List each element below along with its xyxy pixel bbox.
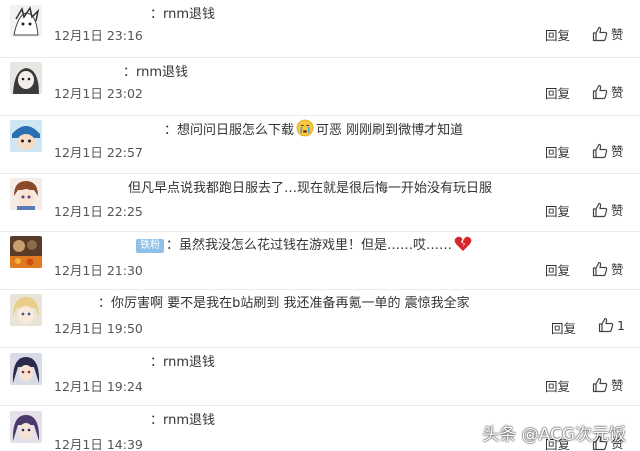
like-button[interactable]: 赞 — [592, 82, 624, 101]
thumbs-up-icon — [592, 143, 608, 159]
comment-date: 12月1日 19:50 — [54, 321, 143, 336]
avatar[interactable] — [10, 353, 42, 385]
reply-button[interactable]: 回复 — [545, 142, 570, 161]
comment-item: ：想问问日服怎么下载 可恶 刚刚刷到微博才知道 12月1日 22:57 回复 赞 — [0, 116, 640, 174]
comment-item: ：你厉害啊 要不是我在b站刷到 我还准备再氪一单的 震惊我全家 12月1日 19… — [0, 290, 640, 348]
reply-button[interactable]: 回复 — [545, 260, 570, 279]
reply-button[interactable]: 回复 — [545, 25, 570, 44]
comment-text-part: 可恶 刚刚刷到微博才知道 — [316, 123, 464, 138]
avatar[interactable] — [10, 5, 42, 37]
avatar[interactable] — [10, 178, 42, 210]
avatar[interactable] — [10, 120, 42, 152]
comment-item: 铁粉 ：虽然我没怎么花过钱在游戏里！但是……哎…… 12月1日 21:30 回复 … — [0, 232, 640, 290]
comment-item: ：rnm退钱 12月1日 23:16 回复 赞 — [0, 0, 640, 58]
comment-text: 但凡早点说我都跑日服去了…现在就是很后悔一开始没有玩日服 — [128, 181, 493, 196]
like-label: 赞 — [611, 262, 624, 277]
watermark: 头条 @ACG次元饭 — [482, 425, 626, 445]
comment-date: 12月1日 22:25 — [54, 204, 143, 219]
like-label: 赞 — [611, 378, 624, 393]
reply-button[interactable]: 回复 — [545, 83, 570, 102]
comment-text: ：想问问日服怎么下载 可恶 刚刚刷到微博才知道 — [164, 119, 463, 138]
broken-heart-icon — [454, 236, 472, 251]
comment-text: 铁粉 ：虽然我没怎么花过钱在游戏里！但是……哎…… — [136, 234, 474, 253]
like-button[interactable]: 赞 — [592, 24, 624, 43]
comment-item: ：rnm退钱 12月1日 23:02 回复 赞 — [0, 58, 640, 116]
avatar[interactable] — [10, 62, 42, 94]
thumbs-up-icon — [592, 84, 608, 100]
comment-date: 12月1日 22:57 — [54, 145, 143, 160]
crying-face-emoji-icon — [296, 119, 314, 137]
like-label: 赞 — [611, 85, 624, 100]
comment-text-part: ：虽然我没怎么花过钱在游戏里！但是……哎…… — [166, 238, 453, 253]
like-count: 1 — [617, 318, 625, 333]
comment-date: 12月1日 21:30 — [54, 263, 143, 278]
reply-button[interactable]: 回复 — [551, 318, 576, 337]
like-button[interactable]: 1 — [598, 317, 625, 333]
comment-date: 12月1日 14:39 — [54, 437, 143, 451]
comment-text: ：rnm退钱 — [123, 65, 189, 80]
thumbs-up-icon — [592, 261, 608, 277]
thumbs-up-icon — [592, 377, 608, 393]
fan-badge: 铁粉 — [136, 239, 164, 253]
comment-text-part: ：想问问日服怎么下载 — [164, 123, 295, 138]
like-button[interactable]: 赞 — [592, 200, 624, 219]
avatar[interactable] — [10, 236, 42, 268]
like-label: 赞 — [611, 144, 624, 159]
comment-text: ：你厉害啊 要不是我在b站刷到 我还准备再氪一单的 震惊我全家 — [98, 296, 470, 311]
comment-text: ：rnm退钱 — [150, 7, 216, 22]
like-button[interactable]: 赞 — [592, 375, 624, 394]
like-button[interactable]: 赞 — [592, 259, 624, 278]
comment-text: ：rnm退钱 — [150, 355, 216, 370]
reply-button[interactable]: 回复 — [545, 201, 570, 220]
comment-date: 12月1日 19:24 — [54, 379, 143, 394]
like-label: 赞 — [611, 203, 624, 218]
comment-item: 但凡早点说我都跑日服去了…现在就是很后悔一开始没有玩日服 12月1日 22:25… — [0, 174, 640, 232]
thumbs-up-icon — [598, 317, 614, 333]
comment-text: ：rnm退钱 — [150, 413, 216, 428]
reply-button[interactable]: 回复 — [545, 376, 570, 395]
avatar[interactable] — [10, 411, 42, 443]
avatar[interactable] — [10, 294, 42, 326]
thumbs-up-icon — [592, 26, 608, 42]
comment-date: 12月1日 23:16 — [54, 28, 143, 43]
like-label: 赞 — [611, 27, 624, 42]
comment-item: ：rnm退钱 12月1日 19:24 回复 赞 — [0, 348, 640, 406]
like-button[interactable]: 赞 — [592, 141, 624, 160]
thumbs-up-icon — [592, 202, 608, 218]
comment-date: 12月1日 23:02 — [54, 86, 143, 101]
